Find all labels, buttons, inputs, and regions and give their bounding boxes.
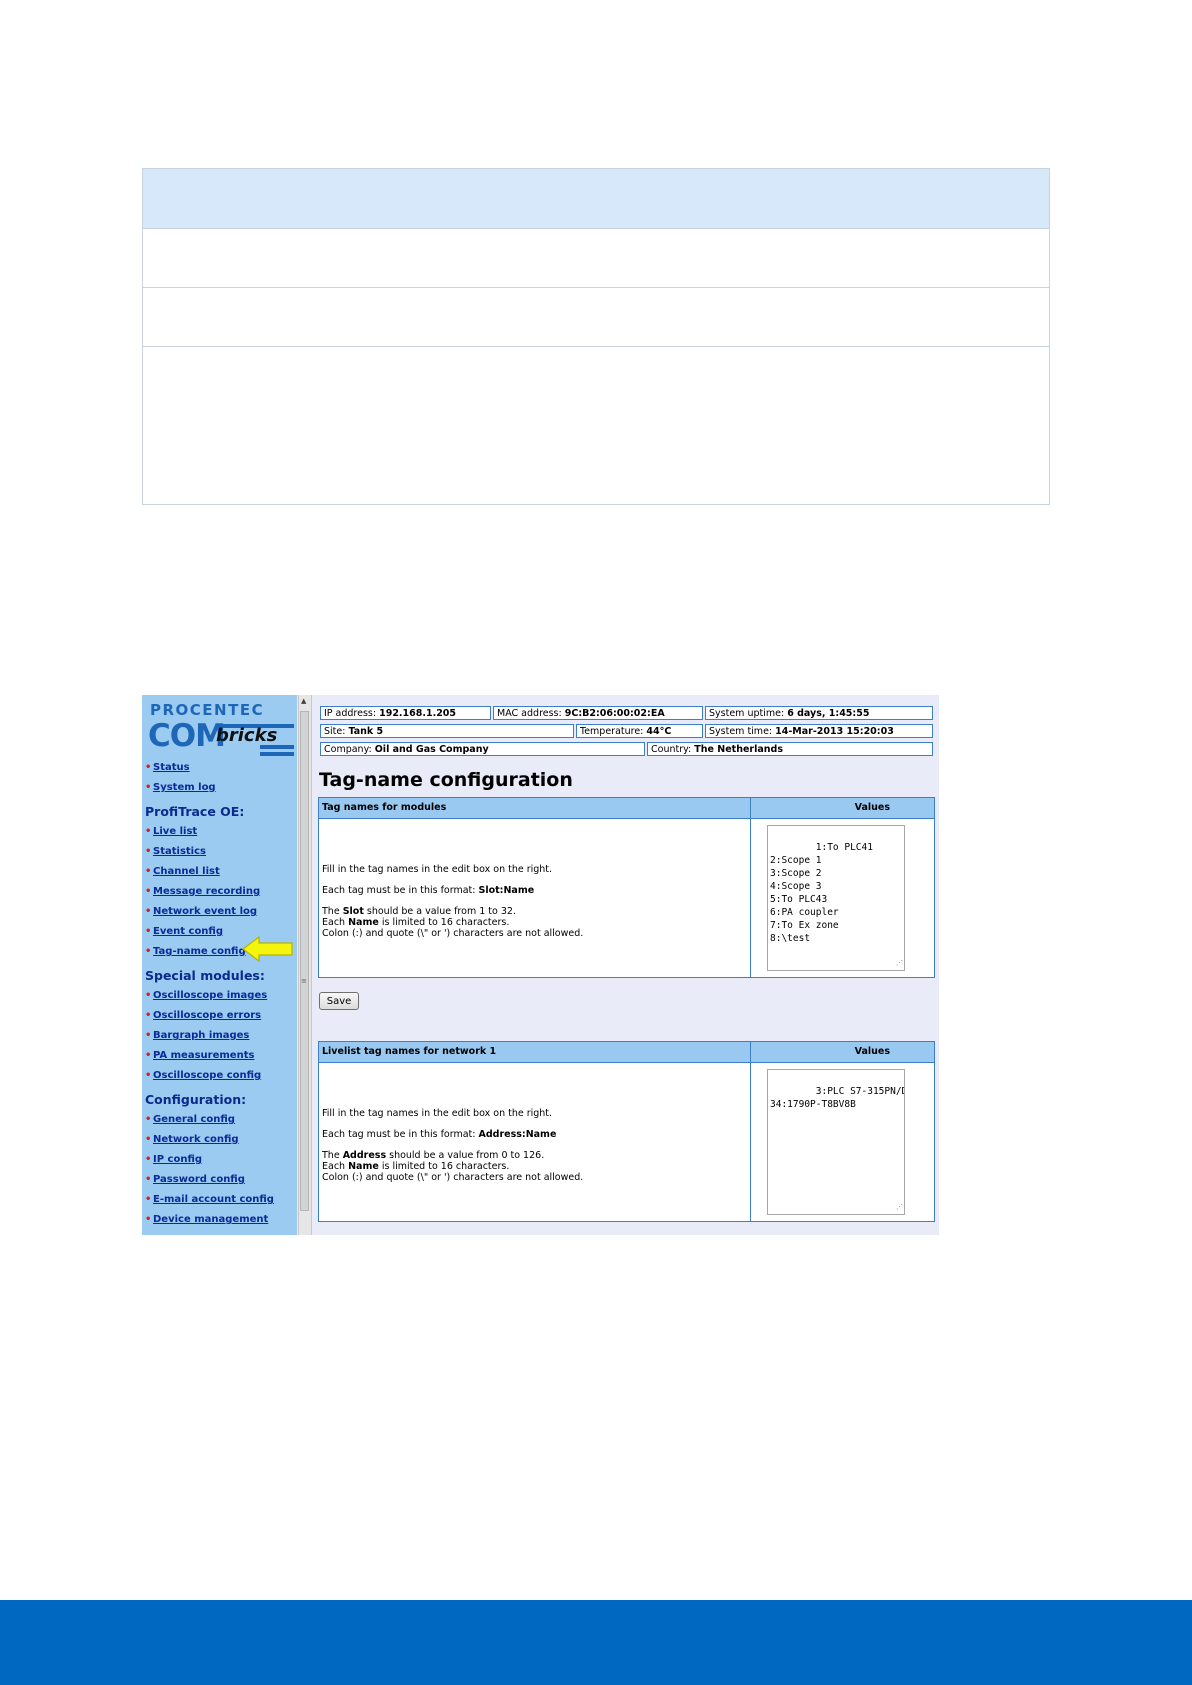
instruction-text: Each tag must be in this format: Address… xyxy=(322,1129,557,1140)
mac-address-field: MAC address: 9C:B2:06:00:02:EA xyxy=(493,706,703,720)
section-special-modules: Special modules: xyxy=(145,968,265,983)
company-field: Company: Oil and Gas Company xyxy=(320,742,645,756)
country-field: Country: The Netherlands xyxy=(647,742,933,756)
scrollbar-thumb[interactable] xyxy=(300,711,309,1211)
table-header-label: Tag names for modules xyxy=(322,802,447,813)
instruction-text: The Address should be a value from 0 to … xyxy=(322,1150,545,1161)
system-time-field: System time: 14-Mar-2013 15:20:03 xyxy=(705,724,933,738)
nav-live-list[interactable]: Live list xyxy=(145,826,197,837)
nav-message-recording[interactable]: Message recording xyxy=(145,886,260,897)
nav-oscilloscope-config[interactable]: Oscilloscope config xyxy=(145,1070,261,1081)
nav-network-config[interactable]: Network config xyxy=(145,1134,239,1145)
logo-bricks-text: bricks xyxy=(216,725,278,746)
sidebar-scrollbar[interactable]: ▲ ≡ xyxy=(298,695,312,1235)
instruction-text: Each tag must be in this format: Slot:Na… xyxy=(322,885,535,896)
table-header-values: Values xyxy=(854,1046,890,1057)
nav-oscilloscope-errors[interactable]: Oscilloscope errors xyxy=(145,1010,261,1021)
logo-brand-text: PROCENTEC xyxy=(150,701,265,719)
procentec-combricks-logo: PROCENTEC COM bricks xyxy=(148,701,296,756)
scrollbar-grip-icon: ≡ xyxy=(301,977,307,985)
instruction-text: Colon (:) and quote (\" or ') characters… xyxy=(322,928,584,939)
nav-device-management[interactable]: Device management xyxy=(145,1214,268,1225)
nav-ip-config[interactable]: IP config xyxy=(145,1154,202,1165)
document-table xyxy=(142,168,1050,505)
nav-system-log[interactable]: System log xyxy=(145,782,216,793)
logo-bar xyxy=(260,752,294,756)
instruction-text: Each Name is limited to 16 characters. xyxy=(322,917,510,928)
section-profitrace: ProfiTrace OE: xyxy=(145,804,245,819)
ip-address-field: IP address: 192.168.1.205 xyxy=(320,706,491,720)
footer-band xyxy=(0,1600,1192,1685)
column-divider xyxy=(750,798,751,977)
nav-pa-measurements[interactable]: PA measurements xyxy=(145,1050,254,1061)
nav-channel-list[interactable]: Channel list xyxy=(145,866,220,877)
page-title: Tag-name configuration xyxy=(319,769,573,791)
instruction-text: Each Name is limited to 16 characters. xyxy=(322,1161,510,1172)
document-table-row xyxy=(143,347,1049,504)
system-uptime-field: System uptime: 6 days, 1:45:55 xyxy=(705,706,933,720)
nav-email-account-config[interactable]: E-mail account config xyxy=(145,1194,274,1205)
instruction-text: The Slot should be a value from 1 to 32. xyxy=(322,906,516,917)
table-header: Livelist tag names for network 1 Values xyxy=(319,1042,934,1063)
save-button[interactable]: Save xyxy=(319,992,359,1010)
table-header-label: Livelist tag names for network 1 xyxy=(322,1046,497,1057)
nav-general-config[interactable]: General config xyxy=(145,1114,235,1125)
instruction-text: Colon (:) and quote (\" or ') characters… xyxy=(322,1172,584,1183)
modules-tags-textarea[interactable]: 1:To PLC41 2:Scope 1 3:Scope 2 4:Scope 3… xyxy=(767,825,905,971)
section-configuration: Configuration: xyxy=(145,1092,247,1107)
sidebar: PROCENTEC COM bricks Status System log P… xyxy=(142,695,297,1235)
column-divider xyxy=(750,1042,751,1221)
resize-handle-icon[interactable]: ⋰ xyxy=(896,957,903,970)
instruction-text: Fill in the tag names in the edit box on… xyxy=(322,864,553,875)
nav-oscilloscope-images[interactable]: Oscilloscope images xyxy=(145,990,267,1001)
table-header: Tag names for modules Values xyxy=(319,798,934,819)
instruction-text: Fill in the tag names in the edit box on… xyxy=(322,1108,553,1119)
document-table-row xyxy=(143,229,1049,288)
logo-com-text: COM xyxy=(148,718,226,754)
nav-event-config[interactable]: Event config xyxy=(145,926,223,937)
temperature-field: Temperature: 44°C xyxy=(576,724,703,738)
main-content: IP address: 192.168.1.205 MAC address: 9… xyxy=(318,695,939,1235)
nav-statistics[interactable]: Statistics xyxy=(145,846,206,857)
nav-password-config[interactable]: Password config xyxy=(145,1174,245,1185)
web-ui-screenshot: PROCENTEC COM bricks Status System log P… xyxy=(142,695,939,1235)
modules-tag-table: Tag names for modules Values Fill in the… xyxy=(318,797,935,978)
livelist-tags-textarea[interactable]: 3:PLC S7-315PN/DP 34:1790P-T8BV8B ⋰ xyxy=(767,1069,905,1215)
livelist-tag-table: Livelist tag names for network 1 Values … xyxy=(318,1041,935,1222)
nav-status[interactable]: Status xyxy=(145,762,190,773)
nav-tag-name-config[interactable]: Tag-name config xyxy=(145,946,246,957)
scroll-up-icon[interactable]: ▲ xyxy=(301,697,306,705)
document-table-row xyxy=(143,288,1049,347)
yellow-arrow-icon xyxy=(242,935,293,963)
resize-handle-icon[interactable]: ⋰ xyxy=(896,1201,903,1214)
nav-network-event-log[interactable]: Network event log xyxy=(145,906,257,917)
nav-bargraph-images[interactable]: Bargraph images xyxy=(145,1030,249,1041)
site-field: Site: Tank 5 xyxy=(320,724,574,738)
table-header-values: Values xyxy=(854,802,890,813)
document-table-header-row xyxy=(143,169,1049,229)
